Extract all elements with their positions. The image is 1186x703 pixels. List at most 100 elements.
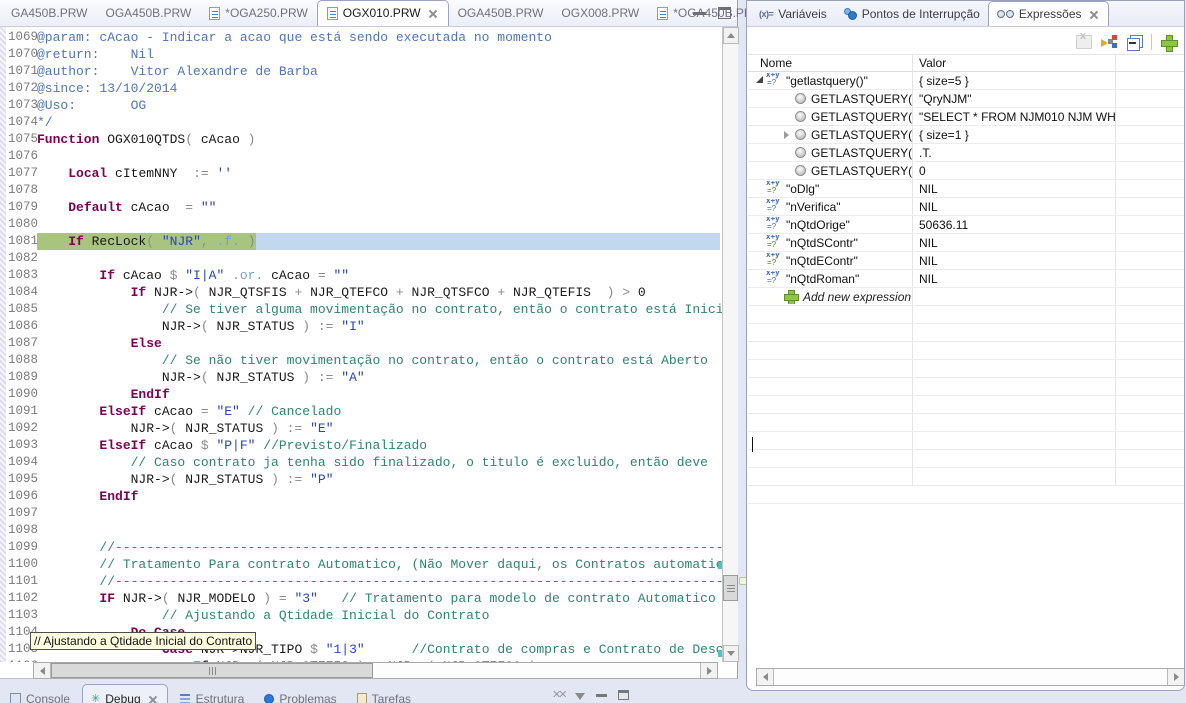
scroll-right-icon[interactable]	[700, 663, 717, 678]
add-expression-icon[interactable]	[784, 290, 797, 303]
empty-row[interactable]	[748, 432, 1184, 450]
line-number[interactable]: 1074	[6, 114, 37, 131]
column-header-nome[interactable]: Nome	[748, 55, 912, 71]
line-number[interactable]: 1106	[6, 658, 37, 662]
empty-row[interactable]	[748, 306, 1184, 324]
tab-expressões[interactable]: Expressões	[988, 1, 1109, 26]
filter-icon[interactable]	[575, 693, 585, 700]
line-number[interactable]: 1099	[6, 539, 37, 556]
expression-row[interactable]: "nQtdRoman"NIL	[748, 270, 1184, 288]
expander-expanded-icon[interactable]	[756, 76, 763, 83]
scroll-left-icon[interactable]	[757, 669, 774, 685]
expression-row[interactable]: GETLASTQUERY("QryNJM"	[748, 90, 1184, 108]
line-number[interactable]: 1087	[6, 335, 37, 352]
maximize-icon[interactable]	[718, 7, 731, 19]
editor-tab-ogx008.prw[interactable]: OGX008.PRW	[552, 0, 648, 26]
expander-collapsed-icon[interactable]	[784, 131, 789, 139]
minimize-icon[interactable]	[693, 10, 706, 15]
empty-row[interactable]	[748, 450, 1184, 468]
bottom-tab-debug[interactable]: ✳Debug	[82, 684, 168, 703]
horizontal-scroll-thumb[interactable]	[51, 663, 373, 678]
line-number[interactable]: 1079	[6, 199, 37, 216]
scroll-right-icon[interactable]	[1167, 669, 1184, 685]
line-number[interactable]: 1091	[6, 403, 37, 420]
empty-row[interactable]	[748, 468, 1184, 486]
empty-row[interactable]	[748, 360, 1184, 378]
line-number[interactable]: 1069	[6, 29, 37, 46]
add-expression-icon[interactable]	[1161, 35, 1176, 50]
line-number[interactable]: 1082	[6, 250, 37, 267]
scroll-left-icon[interactable]	[34, 663, 51, 678]
expression-row[interactable]: GETLASTQUERY(0	[748, 162, 1184, 180]
bottom-tab-problemas[interactable]: Problemas	[256, 684, 344, 703]
empty-row[interactable]	[748, 396, 1184, 414]
line-number[interactable]: 1093	[6, 437, 37, 454]
line-number[interactable]: 1088	[6, 352, 37, 369]
scroll-up-icon[interactable]	[723, 27, 739, 44]
empty-row[interactable]	[748, 342, 1184, 360]
line-number[interactable]: 1076	[6, 148, 37, 165]
close-icon[interactable]	[1087, 8, 1100, 21]
line-number[interactable]: 1098	[6, 522, 37, 539]
expression-row[interactable]: GETLASTQUERY({ size=1 }	[748, 126, 1184, 144]
line-number[interactable]: 1092	[6, 420, 37, 437]
minimize-icon[interactable]	[596, 693, 607, 697]
line-number[interactable]: 1081	[6, 233, 37, 250]
line-number[interactable]: 1086	[6, 318, 37, 335]
clear-icon[interactable]: ✕✕	[552, 688, 564, 701]
editor-tab-oga450b.prw[interactable]: OGA450B.PRW	[96, 0, 200, 26]
expression-row[interactable]: "nVerifica"NIL	[748, 198, 1184, 216]
line-number[interactable]: 1102	[6, 590, 37, 607]
expression-row[interactable]: GETLASTQUERY(.T.	[748, 144, 1184, 162]
horizontal-scrollbar[interactable]	[33, 662, 718, 679]
show-type-names-icon[interactable]	[1076, 35, 1092, 49]
expression-row[interactable]: Add new expression	[748, 288, 1184, 306]
collapse-all-icon[interactable]	[1127, 35, 1142, 49]
line-number[interactable]: 1097	[6, 505, 37, 522]
line-number[interactable]: 1077	[6, 165, 37, 182]
bottom-tab-console[interactable]: Console	[2, 684, 78, 703]
editor-tab-oga450b.prw[interactable]: OGA450B.PRW	[449, 0, 553, 26]
expression-row[interactable]: "nQtdSContr"NIL	[748, 234, 1184, 252]
line-number[interactable]: 1075	[6, 131, 37, 148]
line-number[interactable]: 1085	[6, 301, 37, 318]
empty-row[interactable]	[748, 378, 1184, 396]
expression-row[interactable]: "nQtdOrige"50636.11	[748, 216, 1184, 234]
empty-row[interactable]	[748, 324, 1184, 342]
show-logical-structure-icon[interactable]	[1101, 35, 1118, 49]
line-number[interactable]: 1100	[6, 556, 37, 573]
expression-row[interactable]: "oDlg"NIL	[748, 180, 1184, 198]
close-icon[interactable]	[146, 693, 159, 703]
bottom-tab-estrutura[interactable]: Estrutura	[172, 684, 253, 703]
panel-horizontal-scrollbar[interactable]	[756, 668, 1184, 686]
vertical-scroll-thumb[interactable]	[723, 575, 738, 601]
line-number[interactable]: 1095	[6, 471, 37, 488]
line-number[interactable]: 1070	[6, 46, 37, 63]
line-number[interactable]: 1103	[6, 607, 37, 624]
line-number[interactable]: 1073	[6, 97, 37, 114]
line-number[interactable]: 1101	[6, 573, 37, 590]
vertical-scrollbar[interactable]	[722, 27, 738, 662]
line-number[interactable]: 1094	[6, 454, 37, 471]
scroll-down-icon[interactable]	[723, 645, 739, 662]
code-editor[interactable]: 1069@param: cAcao - Indicar a acao que e…	[0, 27, 722, 662]
line-number[interactable]: 1072	[6, 80, 37, 97]
line-number[interactable]: 1078	[6, 182, 37, 199]
column-header-valor[interactable]: Valor	[912, 55, 1115, 71]
expression-row[interactable]: GETLASTQUERY("SELECT * FROM NJM010 NJM W…	[748, 108, 1184, 126]
line-number[interactable]: 1084	[6, 284, 37, 301]
empty-row[interactable]	[748, 414, 1184, 432]
tab-variáveis[interactable]: (x)=Variáveis	[751, 1, 835, 26]
editor-tab-ogx010.prw[interactable]: OGX010.PRW	[317, 0, 449, 26]
line-number[interactable]: 1071	[6, 63, 37, 80]
line-number[interactable]: 1096	[6, 488, 37, 505]
tab-pontos-de-interrupção[interactable]: Pontos de Interrupção	[835, 1, 988, 26]
editor-tab-ga450b.prw[interactable]: GA450B.PRW	[2, 0, 96, 26]
expression-row[interactable]: "nQtdEContr"NIL	[748, 252, 1184, 270]
maximize-icon[interactable]	[618, 690, 629, 700]
line-number[interactable]: 1090	[6, 386, 37, 403]
expression-row[interactable]: "getlastquery()"{ size=5 }	[748, 72, 1184, 90]
empty-row[interactable]	[748, 486, 1184, 504]
close-icon[interactable]	[426, 7, 439, 20]
bottom-tab-tarefas[interactable]: Tarefas	[349, 684, 419, 703]
